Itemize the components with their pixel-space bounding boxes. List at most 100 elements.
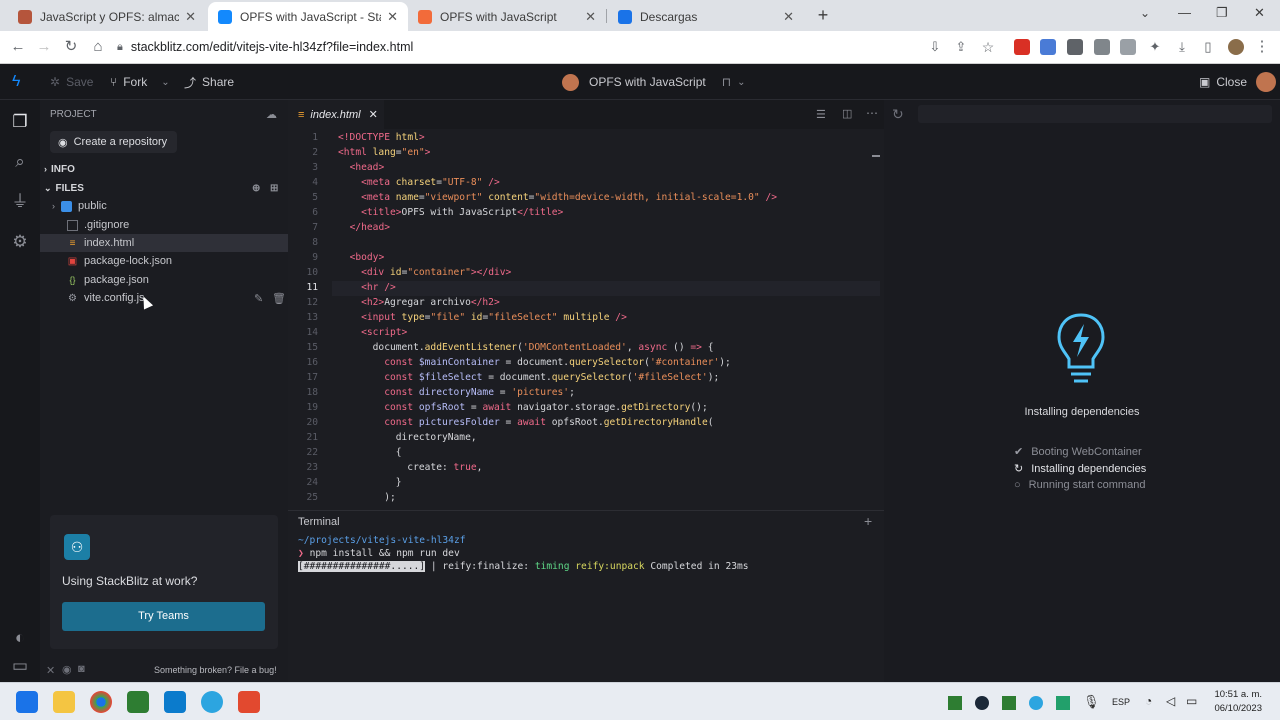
tree-item-file[interactable]: .gitignore xyxy=(40,216,288,234)
fork-button[interactable]: ⑂ Fork ⌄ xyxy=(110,64,170,100)
more-options-icon[interactable]: ⋯ xyxy=(866,106,878,120)
address-bar[interactable]: 🔒︎ stackblitz.com/edit/vitejs-vite-hl34z… xyxy=(117,35,917,59)
chevron-down-icon[interactable]: ⌄ xyxy=(161,77,169,88)
reload-icon[interactable]: ↻ xyxy=(61,37,81,57)
settings-gear-icon[interactable]: ⚙ xyxy=(10,232,30,252)
stackblitz-logo-icon[interactable]: ϟ xyxy=(12,64,20,100)
file-bug-link[interactable]: Something broken? File a bug! xyxy=(154,665,277,675)
browser-tab[interactable]: Descargas ✕ xyxy=(608,2,804,31)
explorer-icon[interactable]: ❐ xyxy=(10,112,30,132)
discord-icon[interactable]: ◙ xyxy=(78,663,85,675)
cloud-sync-icon[interactable]: ☁ xyxy=(266,108,277,121)
theme-toggle-icon[interactable]: ◐ xyxy=(10,628,30,648)
share-button[interactable]: ⤴ Share xyxy=(184,64,234,100)
section-info[interactable]: › INFO xyxy=(40,160,288,178)
share-page-icon[interactable]: ⇪ xyxy=(951,37,971,57)
extensions-puzzle-icon[interactable]: ✦ xyxy=(1145,37,1165,57)
camera-extension-icon[interactable] xyxy=(1120,39,1136,55)
search-icon[interactable]: ⌕ xyxy=(10,152,30,172)
language-indicator[interactable]: ESP xyxy=(1112,697,1130,707)
editor-tab[interactable]: ≡ index.html ✕ xyxy=(288,100,384,129)
tab-search-icon[interactable]: ⌄ xyxy=(1140,6,1150,20)
user-avatar[interactable] xyxy=(1256,72,1276,92)
preview-url-bar[interactable] xyxy=(918,105,1272,123)
volume-icon[interactable]: ◁ xyxy=(1166,694,1175,708)
save-button[interactable]: ✲ Save xyxy=(50,64,93,100)
refresh-icon[interactable]: ↻ xyxy=(892,106,904,123)
close-panel-icon: ▣ xyxy=(1199,75,1211,89)
app-icon[interactable] xyxy=(238,691,260,713)
windows-start-icon[interactable] xyxy=(16,691,38,713)
extension-icon[interactable] xyxy=(1014,39,1030,55)
tray-icon[interactable] xyxy=(1002,696,1016,710)
vscode-icon[interactable] xyxy=(164,691,186,713)
telegram-tray-icon[interactable] xyxy=(1029,696,1043,710)
tray-icon[interactable] xyxy=(948,696,962,710)
battery-icon[interactable]: ▭ xyxy=(1186,694,1197,708)
promo-text: Using StackBlitz at work? xyxy=(62,574,198,588)
chevron-down-icon[interactable]: ⌄ xyxy=(737,77,745,88)
tree-item-file-selected[interactable]: ≡ index.html xyxy=(40,234,288,252)
json-file-icon: {} xyxy=(69,274,76,285)
close-tab-icon[interactable]: ✕ xyxy=(387,9,398,25)
try-teams-button[interactable]: Try Teams xyxy=(62,602,265,631)
section-files[interactable]: ⌄ FILES ⊕ ⊞ xyxy=(40,179,288,197)
code-line: const $fileSelect = document.querySelect… xyxy=(384,372,720,383)
close-button[interactable]: ▣ Close xyxy=(1199,64,1247,100)
back-icon[interactable]: ← xyxy=(8,37,28,57)
maximize-icon[interactable]: ❐ xyxy=(1216,5,1228,21)
twitter-icon[interactable]: ✕ xyxy=(46,664,55,677)
rename-pencil-icon[interactable]: ✎ xyxy=(254,292,263,305)
tree-item-file[interactable]: ▣ package-lock.json xyxy=(40,252,288,270)
terminal-panel[interactable]: Terminal + ~/projects/vitejs-vite-hl34zf… xyxy=(288,510,884,682)
extension-icon[interactable] xyxy=(1094,39,1110,55)
close-tab-icon[interactable]: ✕ xyxy=(369,108,378,121)
new-file-icon[interactable]: ⊕ xyxy=(252,183,260,194)
downloads-icon[interactable]: ⤓ xyxy=(1172,37,1192,57)
chrome-menu-icon[interactable]: ⋮ xyxy=(1252,37,1272,57)
tree-item-folder[interactable]: › public xyxy=(40,197,288,215)
forward-icon[interactable]: → xyxy=(34,37,54,57)
create-repository-button[interactable]: ◉ Create a repository xyxy=(50,131,177,153)
wifi-icon[interactable]: ◔ xyxy=(1145,694,1152,708)
format-icon[interactable]: ☰ xyxy=(816,108,826,121)
close-window-icon[interactable]: ✕ xyxy=(1254,5,1265,21)
minimize-icon[interactable]: — xyxy=(1178,5,1191,20)
side-panel-icon[interactable]: ▯ xyxy=(1198,37,1218,57)
layout-icon[interactable]: ▭ xyxy=(10,656,30,676)
profile-avatar[interactable] xyxy=(1228,39,1244,55)
split-editor-icon[interactable]: ◫ xyxy=(842,107,852,120)
browser-tab[interactable]: JavaScript y OPFS: almacenar y l ✕ xyxy=(8,2,206,31)
close-tab-icon[interactable]: ✕ xyxy=(185,9,196,25)
new-folder-icon[interactable]: ⊞ xyxy=(270,183,278,194)
translate-extension-icon[interactable] xyxy=(1040,39,1056,55)
tree-item-file[interactable]: {} package.json xyxy=(40,271,288,289)
home-icon[interactable]: ⌂ xyxy=(88,37,108,57)
browser-tab-active[interactable]: OPFS with JavaScript - StackBlitz ✕ xyxy=(208,2,408,31)
bookmark-star-icon[interactable]: ☆ xyxy=(978,37,998,57)
tree-item-file[interactable]: ⚙ vite.config.js ✎ 🗑︎ xyxy=(40,289,288,307)
delete-trash-icon[interactable]: 🗑︎ xyxy=(272,292,286,305)
microphone-icon[interactable]: 🎙︎ xyxy=(1083,694,1100,710)
steam-icon[interactable] xyxy=(975,696,989,710)
add-terminal-icon[interactable]: + xyxy=(864,513,872,529)
close-tab-icon[interactable]: ✕ xyxy=(783,9,794,25)
plugin-icon[interactable]: ⏚ xyxy=(10,192,30,212)
github-icon[interactable]: ◉ xyxy=(62,663,72,676)
browser-tab[interactable]: OPFS with JavaScript ✕ xyxy=(408,2,606,31)
project-title[interactable]: OPFS with JavaScript ⊓ ⌄ xyxy=(562,64,745,100)
chrome-icon[interactable] xyxy=(90,691,112,713)
file-explorer-icon[interactable] xyxy=(53,691,75,713)
install-app-icon[interactable]: ⇩ xyxy=(925,37,945,57)
tree-item-label: public xyxy=(78,200,107,212)
telegram-icon[interactable] xyxy=(201,691,223,713)
code-area[interactable]: 1 2 3 4 5 6 7 8 9 10 11 12 13 14 15 16 17 18 19 20 21 22 23 24 2… xyxy=(288,131,884,506)
tray-icon[interactable] xyxy=(1056,696,1070,710)
close-tab-icon[interactable]: ✕ xyxy=(585,9,596,25)
new-tab-button[interactable]: + xyxy=(812,4,834,26)
clock[interactable]: 10:51 a. m. 06/10/2023 xyxy=(1206,688,1262,716)
tree-item-label: package-lock.json xyxy=(84,255,173,267)
app-icon[interactable] xyxy=(127,691,149,713)
shield-extension-icon[interactable] xyxy=(1067,39,1083,55)
stackblitz-favicon-icon xyxy=(218,9,232,24)
